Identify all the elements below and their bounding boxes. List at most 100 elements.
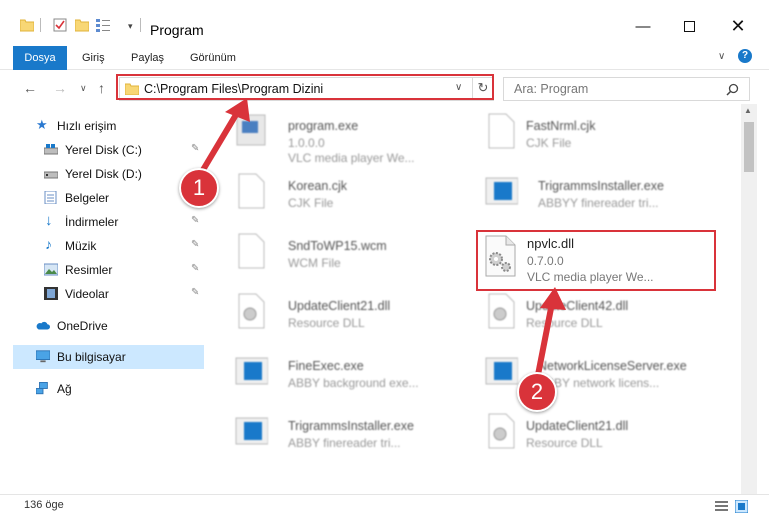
file-list: program.exe 1.0.0.0 VLC media player We.… <box>216 104 741 494</box>
minimize-icon: — <box>635 17 651 35</box>
drive-icon <box>44 171 58 179</box>
sidebar-item-this-pc[interactable]: Bu bilgisayar <box>13 345 204 369</box>
sidebar-item-pictures[interactable]: Resimler ✎ <box>0 258 205 282</box>
maximize-button[interactable] <box>666 12 712 40</box>
sidebar-item-music[interactable]: ♪ Müzik ✎ <box>0 234 205 258</box>
music-note-icon: ♪ <box>45 236 52 252</box>
drive-icon <box>44 144 58 155</box>
network-icon <box>36 382 48 395</box>
sidebar-item-local-disk-d[interactable]: Yerel Disk (D:) <box>0 162 205 186</box>
sidebar-item-network[interactable]: Ağ <box>0 377 205 401</box>
sidebar-item-label: Yerel Disk (C:) <box>65 143 142 157</box>
status-divider <box>0 494 769 495</box>
sidebar-item-quick-access[interactable]: ★ Hızlı erişim <box>0 114 205 138</box>
address-highlight-box <box>116 74 494 100</box>
sidebar-item-downloads[interactable]: ↓ İndirmeler ✎ <box>0 210 205 234</box>
file-type: WCM File <box>288 256 341 270</box>
file-description: VLC media player We... <box>288 151 415 165</box>
pin-icon[interactable]: ✎ <box>191 143 199 154</box>
large-icons-view-icon[interactable] <box>735 500 748 513</box>
file-item[interactable]: TrigrammsInstaller.exe ABBY finereader t… <box>230 406 460 464</box>
sidebar-item-label: Resimler <box>65 263 113 277</box>
sidebar-item-onedrive[interactable]: OneDrive <box>0 314 205 338</box>
file-type: ABBY finereader tri... <box>288 436 401 450</box>
scroll-thumb[interactable] <box>744 122 754 172</box>
search-input[interactable]: Ara: Program <box>503 77 750 101</box>
folder-icon <box>20 19 34 32</box>
sidebar-item-label: Yerel Disk (D:) <box>65 167 142 181</box>
file-highlight-box <box>476 230 716 291</box>
qa-dropdown-icon[interactable]: ▾ <box>128 21 133 32</box>
properties-icon[interactable] <box>53 18 67 32</box>
document-file-icon <box>488 113 515 149</box>
document-file-icon <box>238 233 265 269</box>
exe-file-icon <box>485 357 518 385</box>
sidebar-item-videos[interactable]: Videolar ✎ <box>0 282 205 306</box>
step-marker-1: 1 <box>179 168 219 208</box>
file-item[interactable]: SndToWP15.wcm WCM File <box>230 226 460 284</box>
sidebar-item-label: OneDrive <box>57 319 108 333</box>
file-type: Resource DLL <box>526 436 603 450</box>
forward-arrow-icon[interactable]: → <box>53 80 67 96</box>
tab-paylas[interactable]: Paylaş <box>131 46 164 70</box>
pin-icon[interactable]: ✎ <box>191 263 199 274</box>
file-type: ABBY background exe... <box>288 376 419 390</box>
sidebar-item-label: Müzik <box>65 239 97 253</box>
title-bar: ▾ Program — ✕ <box>0 0 769 44</box>
file-item[interactable]: program.exe 1.0.0.0 VLC media player We.… <box>230 106 460 165</box>
file-item[interactable]: UpdateClient21.dll Resource DLL <box>480 406 710 464</box>
file-name: SndToWP15.wcm <box>288 239 387 253</box>
tab-dosya[interactable]: Dosya <box>13 46 67 70</box>
exe-file-icon <box>235 417 268 445</box>
file-item[interactable]: NetworkLicenseServer.exe ABBY network li… <box>480 346 710 404</box>
sidebar-item-label: Hızlı erişim <box>57 119 117 133</box>
file-item[interactable]: UpdateClient42.dll Resource DLL <box>480 286 710 344</box>
exe-file-icon <box>235 357 268 385</box>
file-item[interactable]: TrigrammsInstaller.exe ABBYY finereader … <box>480 166 710 224</box>
dll-file-icon <box>238 293 265 329</box>
tab-giris[interactable]: Giriş <box>82 46 105 70</box>
file-name: NetworkLicenseServer.exe <box>538 359 687 373</box>
item-count: 136 öge <box>24 499 64 511</box>
vertical-scrollbar[interactable]: ▲ <box>741 104 757 494</box>
exe-file-icon <box>485 177 518 205</box>
expand-ribbon-icon[interactable]: ∨ <box>718 51 725 62</box>
recent-locations-icon[interactable]: ∨ <box>80 83 87 94</box>
dll-file-icon <box>488 413 515 449</box>
pin-icon[interactable]: ✎ <box>191 215 199 226</box>
new-folder-icon[interactable] <box>75 18 89 32</box>
file-type: CJK File <box>526 136 572 150</box>
customize-icon[interactable] <box>96 18 112 32</box>
file-type: 1.0.0.0 <box>288 136 325 150</box>
sidebar-item-documents[interactable]: Belgeler <box>0 186 205 210</box>
sidebar-item-label: Ağ <box>57 382 72 396</box>
file-name: UpdateClient21.dll <box>288 299 391 313</box>
back-arrow-icon[interactable]: ← <box>23 80 37 96</box>
pictures-icon <box>44 263 58 276</box>
details-view-icon[interactable] <box>715 500 728 513</box>
close-icon: ✕ <box>730 15 746 36</box>
tab-gorunum[interactable]: Görünüm <box>190 46 236 70</box>
sidebar-item-local-disk-c[interactable]: Yerel Disk (C:) ✎ <box>0 138 205 162</box>
file-item[interactable]: FineExec.exe ABBY background exe... <box>230 346 460 404</box>
search-placeholder: Ara: Program <box>514 82 589 96</box>
file-name: UpdateClient21.dll <box>526 419 629 433</box>
pin-icon[interactable]: ✎ <box>191 239 199 250</box>
download-arrow-icon: ↓ <box>45 212 53 229</box>
sidebar-item-label: Videolar <box>65 287 109 301</box>
document-file-icon <box>238 173 265 209</box>
scroll-up-icon[interactable]: ▲ <box>744 106 752 115</box>
pin-icon[interactable]: ✎ <box>191 287 199 298</box>
file-name: TrigrammsInstaller.exe <box>538 179 664 193</box>
window-title: Program <box>150 22 204 38</box>
up-arrow-icon[interactable]: ↑ <box>98 80 105 96</box>
file-item[interactable]: FastNrml.cjk CJK File <box>480 106 710 164</box>
help-icon[interactable]: ? <box>738 49 752 63</box>
minimize-button[interactable]: — <box>620 12 666 40</box>
file-name: Korean.cjk <box>288 179 348 193</box>
search-icon[interactable] <box>726 83 739 96</box>
file-item[interactable]: UpdateClient21.dll Resource DLL <box>230 286 460 344</box>
file-item[interactable]: Korean.cjk CJK File <box>230 166 460 224</box>
close-button[interactable]: ✕ <box>715 12 761 40</box>
documents-icon <box>44 191 57 204</box>
